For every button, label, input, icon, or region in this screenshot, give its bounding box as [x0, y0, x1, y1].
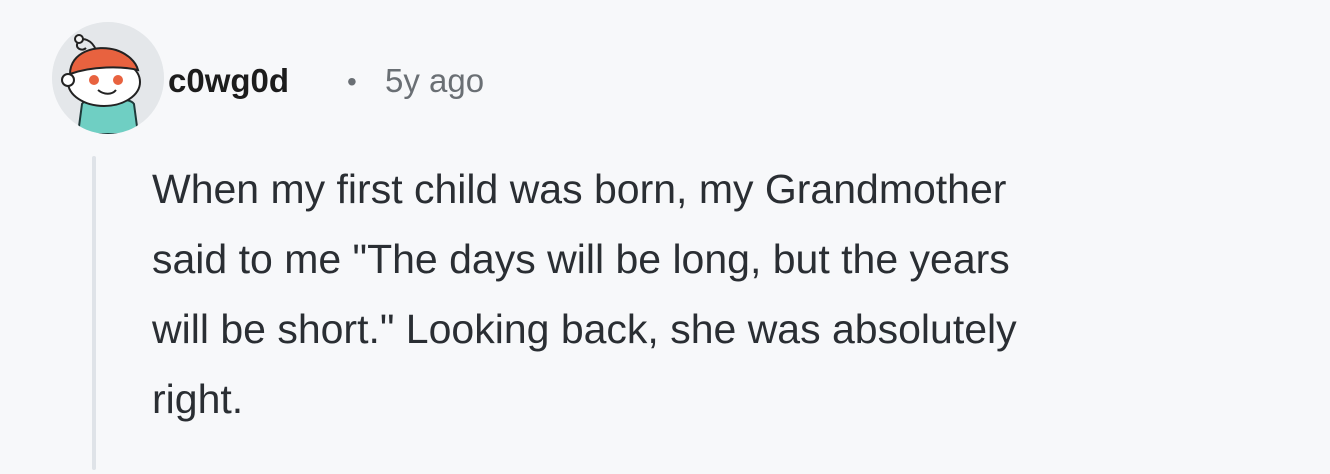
- author-username[interactable]: c0wg0d: [168, 56, 289, 106]
- comment-body-line: right.: [152, 376, 244, 422]
- thread-line[interactable]: [92, 156, 96, 470]
- comment-body-line: said to me "The days will be long, but t…: [152, 236, 1010, 282]
- comment-timestamp[interactable]: 5y ago: [385, 56, 484, 106]
- comment-body: When my first child was born, my Grandmo…: [152, 154, 1262, 434]
- meta-separator: •: [347, 66, 357, 97]
- comment-body-line: When my first child was born, my Grandmo…: [152, 166, 1007, 212]
- avatar[interactable]: [52, 22, 164, 134]
- comment: c0wg0d • 5y ago When my first child was …: [0, 0, 1330, 474]
- snoo-avatar-icon: [52, 22, 164, 134]
- comment-body-line: will be short." Looking back, she was ab…: [152, 306, 1017, 352]
